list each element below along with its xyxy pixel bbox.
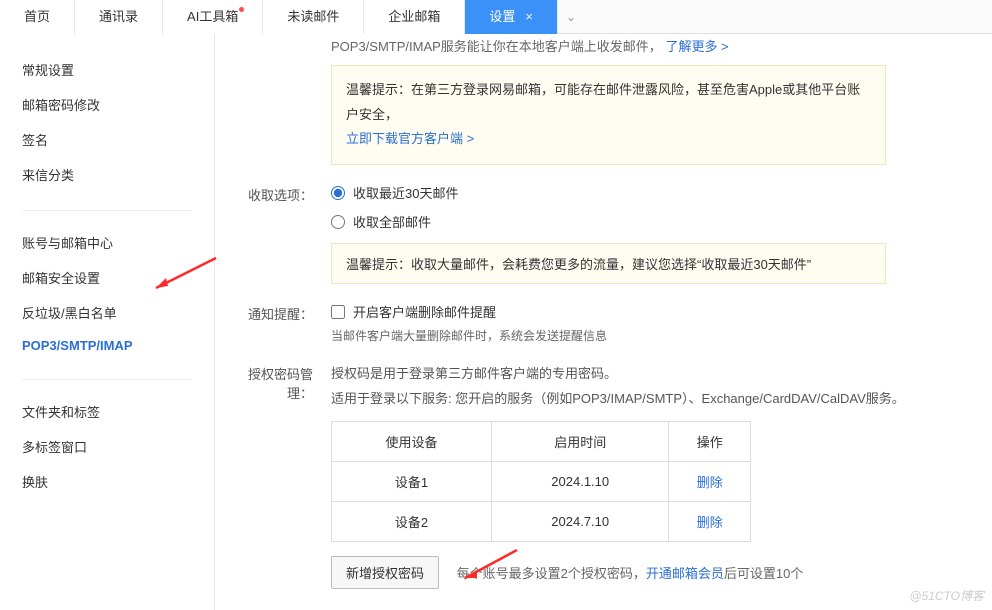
tab-dropdown-icon[interactable]: ⌄ (558, 0, 584, 33)
upgrade-member-link[interactable]: 开通邮箱会员 (646, 566, 724, 581)
close-icon[interactable]: × (525, 9, 533, 24)
radio-recent-30[interactable] (331, 186, 345, 200)
red-dot-icon (239, 7, 244, 12)
table-row: 设备2 2024.7.10 删除 (332, 502, 751, 542)
tab-contacts[interactable]: 通讯录 (75, 0, 163, 34)
cut-text: POP3/SMTP/IMAP服务能让你在本地客户端上收发邮件， (331, 39, 662, 54)
download-client-link[interactable]: 立即下载官方客户端 > (346, 131, 474, 146)
add-auth-button[interactable]: 新增授权密码 (331, 556, 439, 589)
cell-device: 设备2 (332, 502, 492, 542)
top-cut-text: POP3/SMTP/IMAP服务能让你在本地客户端上收发邮件， 了解更多 > (233, 34, 974, 59)
settings-sidebar: 常规设置 邮箱密码修改 签名 来信分类 账号与邮箱中心 邮箱安全设置 反垃圾/黑… (0, 34, 215, 610)
sidebar-separator (22, 210, 192, 211)
tab-enterprise[interactable]: 企业邮箱 (364, 0, 465, 34)
auth-table: 使用设备 启用时间 操作 设备1 2024.1.10 删除 设备2 2024.7… (331, 421, 751, 542)
warning-prefix: 温馨提示： (346, 82, 411, 97)
sidebar-item-spam[interactable]: 反垃圾/黑白名单 (0, 295, 214, 330)
sidebar-item-account[interactable]: 账号与邮箱中心 (0, 225, 214, 260)
tab-ai-toolbox[interactable]: AI工具箱 (163, 0, 263, 34)
tip-prefix: 温馨提示： (346, 257, 411, 272)
tab-settings[interactable]: 设置 × (465, 0, 558, 34)
tip-text: 收取大量邮件，会耗费您更多的流量，建议您选择“收取最近30天邮件” (411, 257, 811, 272)
radio-recent-30-label: 收取最近30天邮件 (353, 183, 458, 202)
tab-label: AI工具箱 (187, 9, 238, 24)
delete-link[interactable]: 删除 (697, 475, 723, 490)
warning-text: 在第三方登录网易邮箱，可能存在邮件泄露风险，甚至危害Apple或其他平台账户安全… (346, 82, 860, 122)
delete-link[interactable]: 删除 (697, 515, 723, 530)
learn-more-link[interactable]: 了解更多 > (665, 39, 728, 54)
auth-desc: 授权码是用于登录第三方邮件客户端的专用密码。 适用于登录以下服务: 您开启的服务… (331, 362, 974, 411)
after-btn-text: 每个账号最多设置2个授权密码，开通邮箱会员后可设置10个 (457, 566, 804, 581)
table-header: 使用设备 启用时间 操作 (332, 422, 751, 462)
sidebar-item-general[interactable]: 常规设置 (0, 52, 214, 87)
auth-desc1: 授权码是用于登录第三方邮件客户端的专用密码。 (331, 366, 617, 381)
sidebar-item-security[interactable]: 邮箱安全设置 (0, 260, 214, 295)
notify-label: 通知提醒： (233, 302, 331, 344)
auth-desc2: 适用于登录以下服务: 您开启的服务（例如POP3/IMAP/SMTP）、Exch… (331, 391, 905, 406)
sidebar-item-pop3[interactable]: POP3/SMTP/IMAP (0, 330, 214, 361)
th-device: 使用设备 (332, 422, 492, 462)
warning-box: 温馨提示：在第三方登录网易邮箱，可能存在邮件泄露风险，甚至危害Apple或其他平… (331, 65, 886, 165)
after2: 后可设置10个 (724, 566, 803, 581)
sidebar-item-filter[interactable]: 来信分类 (0, 157, 214, 192)
sidebar-item-multitab[interactable]: 多标签窗口 (0, 429, 214, 464)
sidebar-item-skin[interactable]: 换肤 (0, 464, 214, 499)
tab-label: 设置 (489, 9, 515, 24)
sidebar-item-signature[interactable]: 签名 (0, 122, 214, 157)
checkbox-delete-notify[interactable] (331, 305, 345, 319)
tab-home[interactable]: 首页 (0, 0, 75, 34)
auth-label: 授权密码管理： (233, 362, 331, 589)
cell-device: 设备1 (332, 462, 492, 502)
notify-subtext: 当邮件客户端大量删除邮件时，系统会发送提醒信息 (331, 327, 974, 344)
receive-label: 收取选项： (233, 183, 331, 284)
sidebar-separator (22, 379, 192, 380)
main-content: POP3/SMTP/IMAP服务能让你在本地客户端上收发邮件， 了解更多 > 温… (215, 34, 992, 610)
receive-tip-box: 温馨提示：收取大量邮件，会耗费您更多的流量，建议您选择“收取最近30天邮件” (331, 243, 886, 284)
table-row: 设备1 2024.1.10 删除 (332, 462, 751, 502)
cell-time: 2024.1.10 (491, 462, 669, 502)
after1: 每个账号最多设置2个授权密码， (457, 566, 646, 581)
cell-time: 2024.7.10 (491, 502, 669, 542)
radio-all-label: 收取全部邮件 (353, 212, 431, 231)
sidebar-item-password[interactable]: 邮箱密码修改 (0, 87, 214, 122)
top-tabs: 首页 通讯录 AI工具箱 未读邮件 企业邮箱 设置 × ⌄ (0, 0, 992, 34)
radio-all[interactable] (331, 215, 345, 229)
th-time: 启用时间 (491, 422, 669, 462)
checkbox-delete-notify-label: 开启客户端删除邮件提醒 (353, 302, 496, 321)
tab-unread[interactable]: 未读邮件 (263, 0, 364, 34)
th-op: 操作 (669, 422, 751, 462)
sidebar-item-folders[interactable]: 文件夹和标签 (0, 394, 214, 429)
